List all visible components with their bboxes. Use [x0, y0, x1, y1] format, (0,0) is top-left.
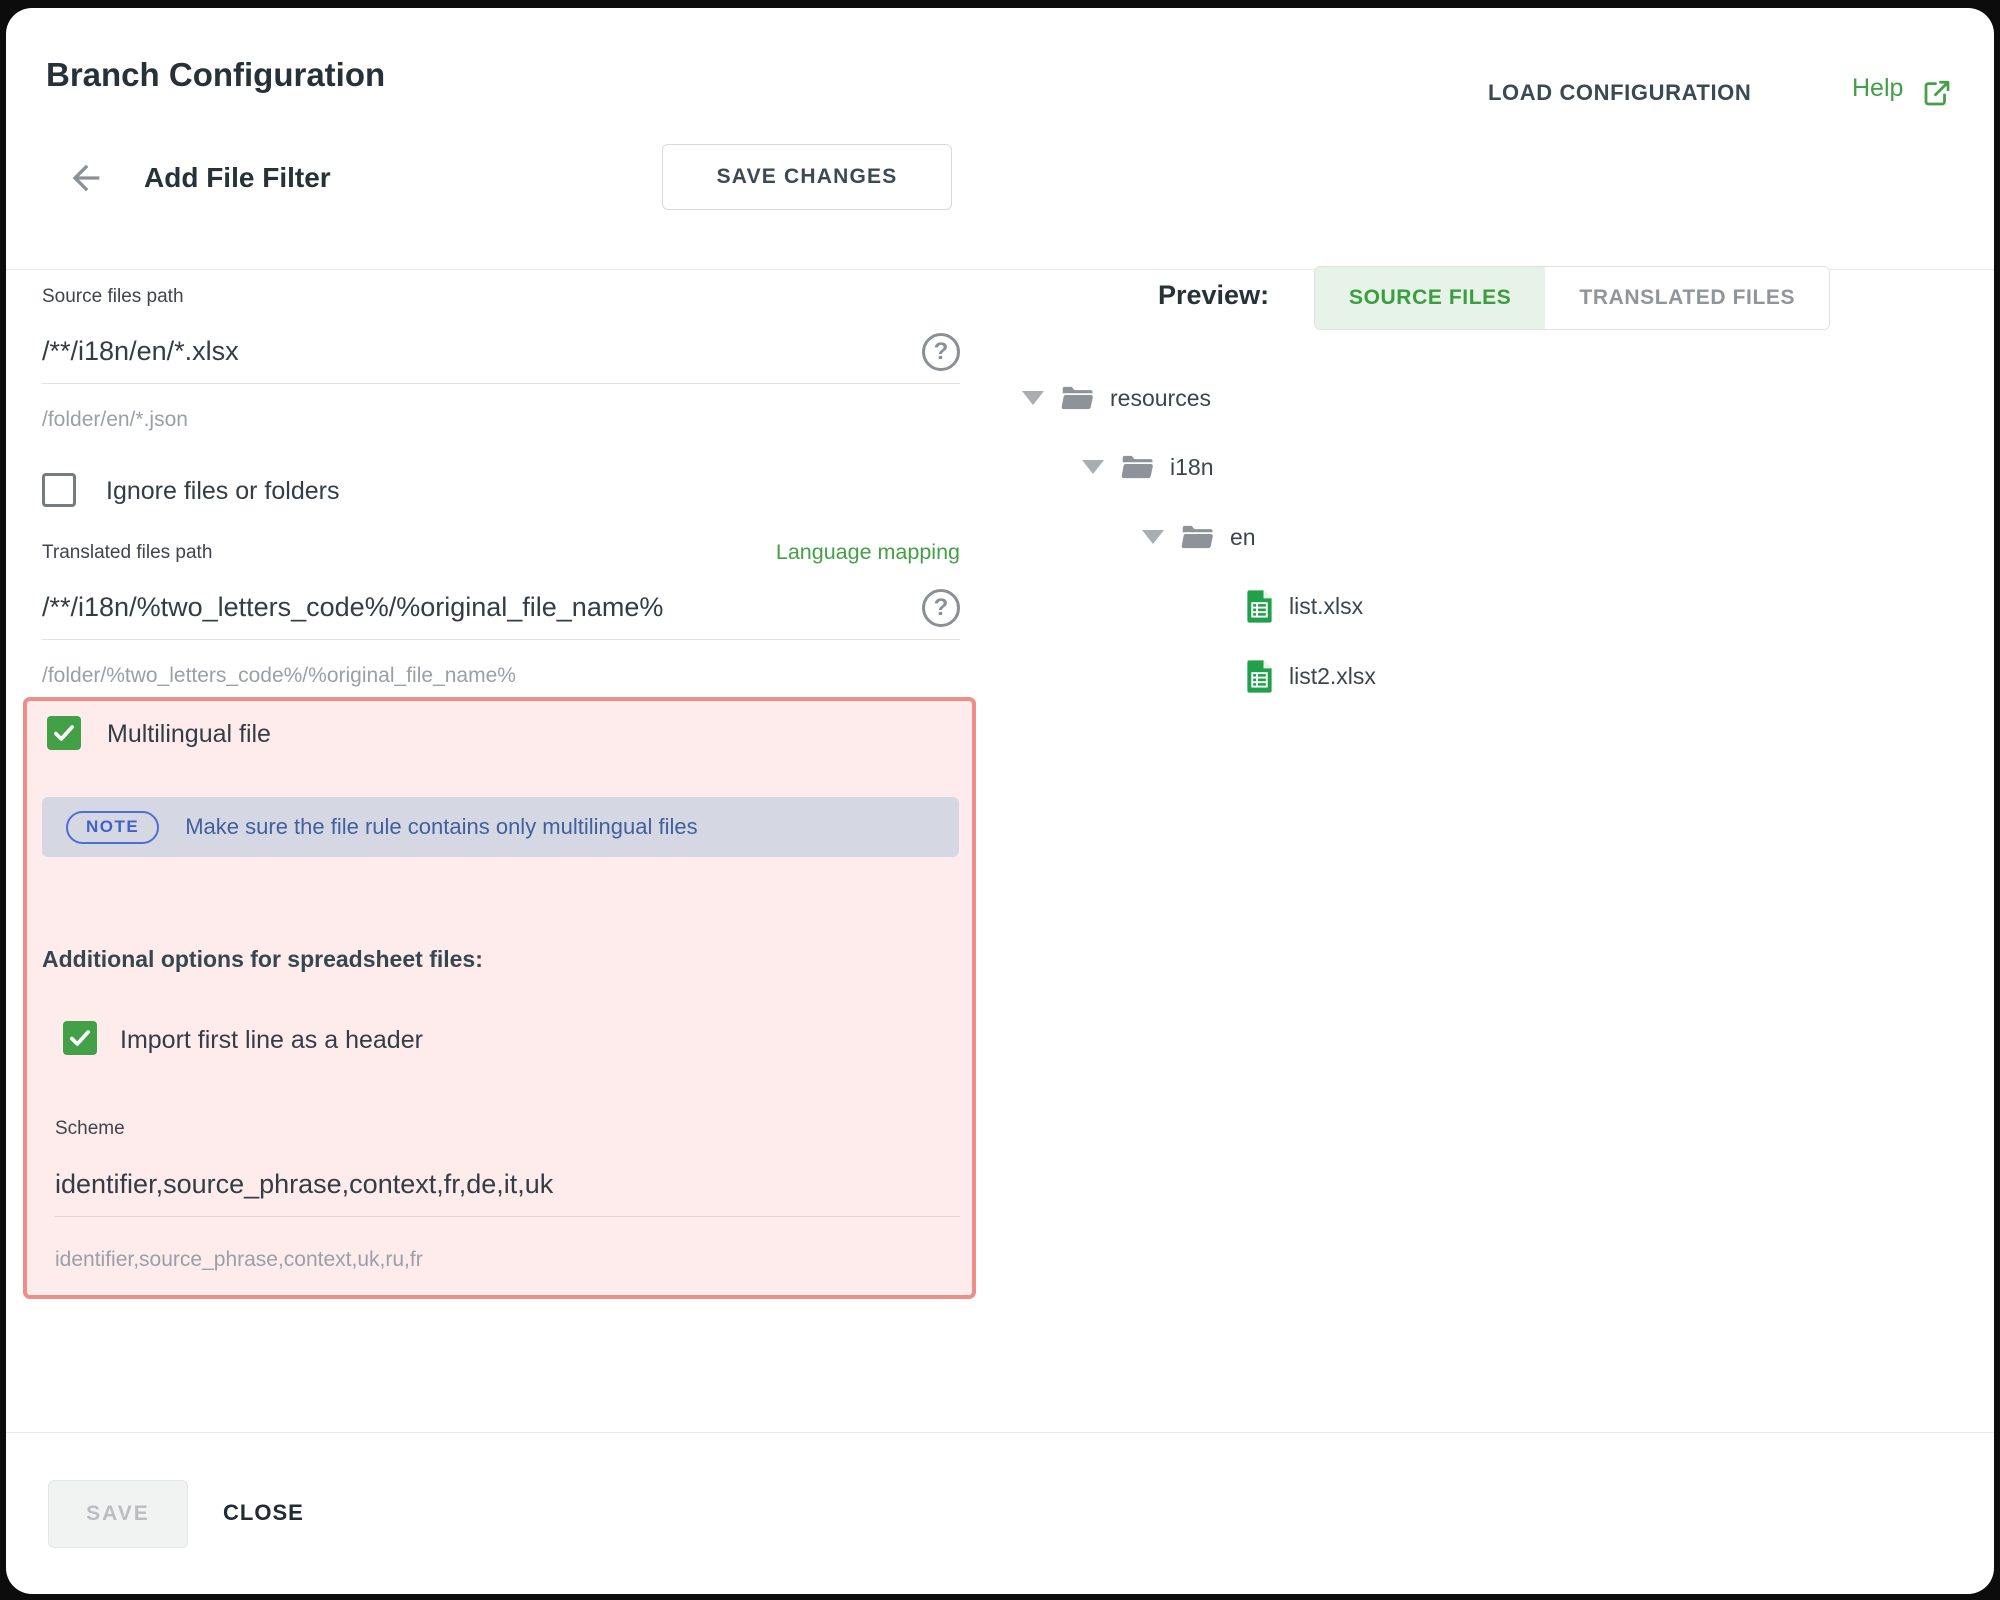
source-path-helper: /folder/en/*.json [42, 408, 188, 432]
tab-translated-files[interactable]: TRANSLATED FILES [1545, 267, 1829, 329]
scheme-helper: identifier,source_phrase,context,uk,ru,f… [55, 1248, 423, 1272]
tree-label[interactable]: resources [1110, 385, 1211, 412]
tree-label[interactable]: en [1230, 524, 1256, 551]
translated-path-help-icon[interactable]: ? [922, 589, 960, 627]
note-badge: NOTE [66, 811, 159, 844]
note-text: Make sure the file rule contains only mu… [185, 814, 697, 840]
translated-path-value[interactable]: /**/i18n/%two_letters_code%/%original_fi… [42, 592, 922, 623]
add-file-filter-title: Add File Filter [144, 162, 331, 194]
spreadsheet-options-heading: Additional options for spreadsheet files… [42, 946, 483, 973]
save-changes-button[interactable]: SAVE CHANGES [662, 144, 952, 210]
preview-label: Preview: [1158, 280, 1269, 311]
import-first-line-label[interactable]: Import first line as a header [120, 1026, 423, 1055]
scheme-value[interactable]: identifier,source_phrase,context,fr,de,i… [55, 1169, 960, 1200]
caret-down-icon[interactable] [1142, 530, 1164, 544]
save-button[interactable]: SAVE [48, 1480, 188, 1548]
multilingual-checkbox[interactable] [47, 716, 81, 750]
tree-row-list2-xlsx[interactable]: list2.xlsx [1246, 654, 1376, 698]
caret-down-icon[interactable] [1022, 391, 1044, 405]
translated-path-helper: /folder/%two_letters_code%/%original_fil… [42, 664, 516, 688]
import-first-line-checkbox[interactable] [63, 1021, 97, 1055]
tree-row-list-xlsx[interactable]: list.xlsx [1246, 584, 1363, 628]
ignore-files-checkbox[interactable] [42, 473, 76, 507]
tree-row-resources[interactable]: resources [1022, 376, 1211, 420]
tree-label[interactable]: list2.xlsx [1289, 663, 1376, 690]
folder-icon [1180, 523, 1214, 551]
caret-down-icon[interactable] [1082, 460, 1104, 474]
close-button[interactable]: CLOSE [223, 1500, 304, 1526]
folder-icon [1120, 453, 1154, 481]
scheme-label: Scheme [55, 1118, 125, 1140]
spreadsheet-file-icon [1246, 589, 1273, 624]
note-banner: NOTE Make sure the file rule contains on… [42, 797, 959, 857]
folder-icon [1060, 384, 1094, 412]
preview-tabs: SOURCE FILES TRANSLATED FILES [1314, 266, 1830, 330]
back-arrow-icon[interactable] [66, 158, 106, 198]
source-path-help-icon[interactable]: ? [922, 333, 960, 371]
help-link[interactable]: Help [1852, 74, 1903, 103]
page-title: Branch Configuration [46, 56, 385, 94]
checkmark-icon [51, 720, 77, 746]
spreadsheet-file-icon [1246, 659, 1273, 694]
multilingual-label[interactable]: Multilingual file [107, 720, 271, 749]
source-path-value[interactable]: /**/i18n/en/*.xlsx [42, 336, 922, 367]
tree-row-i18n[interactable]: i18n [1082, 445, 1213, 489]
external-link-icon[interactable] [1922, 78, 1952, 108]
source-path-input[interactable]: /**/i18n/en/*.xlsx ? [42, 320, 960, 384]
load-configuration-button[interactable]: LOAD CONFIGURATION [1488, 80, 1751, 106]
source-path-label: Source files path [42, 286, 184, 308]
scheme-input[interactable]: identifier,source_phrase,context,fr,de,i… [55, 1153, 960, 1217]
branch-configuration-dialog: Branch Configuration LOAD CONFIGURATION … [6, 8, 1994, 1594]
footer-divider [6, 1432, 1994, 1433]
tree-row-en[interactable]: en [1142, 515, 1256, 559]
language-mapping-link[interactable]: Language mapping [42, 540, 960, 565]
checkmark-icon [67, 1025, 93, 1051]
tree-label[interactable]: list.xlsx [1289, 593, 1363, 620]
tab-source-files[interactable]: SOURCE FILES [1315, 267, 1545, 329]
translated-path-input[interactable]: /**/i18n/%two_letters_code%/%original_fi… [42, 576, 960, 640]
ignore-files-label[interactable]: Ignore files or folders [106, 477, 339, 506]
tree-label[interactable]: i18n [1170, 454, 1213, 481]
